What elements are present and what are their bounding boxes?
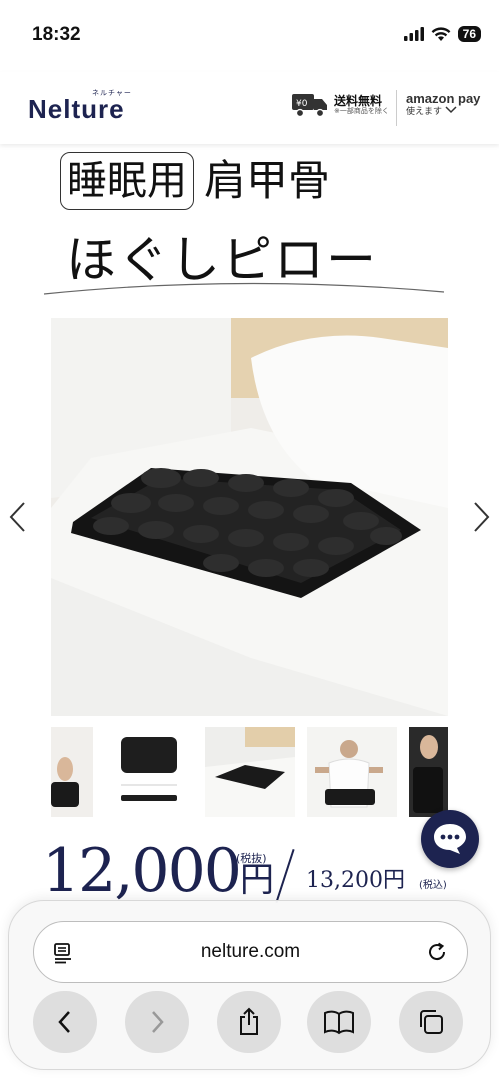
price-slash bbox=[275, 849, 295, 903]
price-tax-excl: (税抜) bbox=[236, 852, 267, 865]
back-icon bbox=[58, 1011, 70, 1033]
shipping-badge: ¥0 bbox=[296, 99, 308, 109]
price-tax-incl-value: 13,200円 bbox=[306, 868, 405, 893]
free-shipping[interactable]: ¥0 送料無料 ※一部商品を除く bbox=[292, 92, 389, 118]
thumbnail-2[interactable] bbox=[103, 727, 193, 817]
amazon-pay-sub: 使えます bbox=[406, 107, 443, 118]
back-button[interactable] bbox=[33, 991, 97, 1053]
site-header: ネルチャー Nelture ¥0 送料無料 ※一部商品を除く amazon pa… bbox=[0, 72, 499, 144]
truck-icon: ¥0 bbox=[292, 94, 327, 118]
signal-icon bbox=[403, 27, 424, 41]
tabs-icon bbox=[420, 1010, 443, 1034]
forward-icon bbox=[152, 1011, 164, 1033]
battery-indicator: 76 bbox=[457, 26, 481, 42]
amazon-pay[interactable]: amazon pay 使えます bbox=[406, 91, 481, 118]
carousel-prev-icon[interactable] bbox=[6, 500, 30, 534]
shipping-label: 送料無料 bbox=[334, 94, 383, 109]
title-underline bbox=[43, 282, 445, 295]
price-yen: 円 bbox=[239, 860, 274, 900]
carousel-next-icon[interactable] bbox=[469, 500, 493, 534]
chat-button[interactable] bbox=[421, 810, 479, 868]
bookmarks-button[interactable] bbox=[307, 991, 371, 1053]
price-tax-incl: (税込) bbox=[419, 880, 447, 891]
shipping-note: ※一部商品を除く bbox=[334, 106, 389, 115]
wifi-icon bbox=[431, 26, 451, 41]
reload-icon[interactable] bbox=[425, 940, 449, 964]
thumbnail-strip bbox=[51, 727, 448, 817]
price-value: 12,000 bbox=[42, 836, 242, 906]
browser-toolbar: nelture.com bbox=[8, 900, 491, 1070]
title-rest: 肩甲骨 bbox=[204, 156, 331, 205]
price-main: 12,000円 bbox=[42, 836, 274, 906]
forward-button[interactable] bbox=[125, 991, 189, 1053]
status-bar: 18:32 76 bbox=[0, 0, 499, 72]
header-divider bbox=[396, 90, 397, 126]
thumbnail-3[interactable] bbox=[205, 727, 295, 817]
site-logo[interactable]: Nelture bbox=[28, 94, 125, 125]
title-boxed: 睡眠用 bbox=[60, 152, 194, 210]
share-icon bbox=[240, 1007, 258, 1035]
chevron-down-icon bbox=[445, 106, 457, 114]
chat-icon bbox=[434, 824, 466, 854]
thumbnail-4[interactable] bbox=[307, 727, 397, 817]
url-text: nelture.com bbox=[200, 941, 301, 962]
status-time: 18:32 bbox=[32, 24, 81, 45]
bookmarks-icon bbox=[324, 1010, 354, 1035]
pillow-photo bbox=[51, 318, 448, 716]
thumbnail-1[interactable] bbox=[51, 727, 93, 817]
amazon-pay-label: amazon pay bbox=[406, 91, 481, 106]
address-bar[interactable]: nelture.com bbox=[33, 921, 468, 983]
tabs-button[interactable] bbox=[399, 991, 463, 1053]
status-icons: 76 bbox=[403, 26, 481, 42]
share-button[interactable] bbox=[217, 991, 281, 1053]
product-main-image[interactable] bbox=[51, 318, 448, 716]
thumbnail-5[interactable] bbox=[409, 727, 448, 817]
page-title: 睡眠用 肩甲骨 bbox=[60, 152, 330, 210]
